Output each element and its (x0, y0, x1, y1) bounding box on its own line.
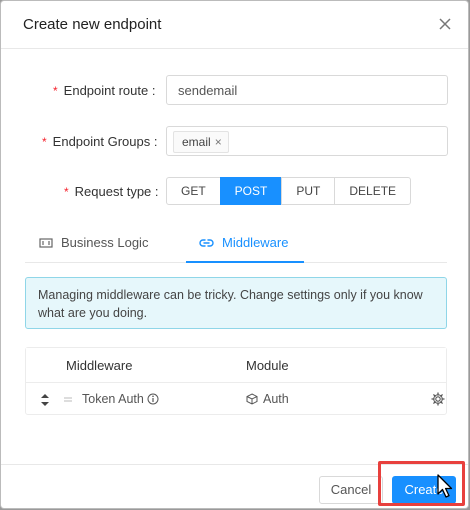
middleware-table: Middleware Module Token Auth Auth (25, 347, 447, 415)
endpoint-route-label: * Endpoint route : (53, 83, 155, 98)
logic-tabs: Business Logic Middleware (25, 227, 447, 263)
module-cell: Auth (246, 392, 289, 406)
column-header-middleware: Middleware (66, 358, 133, 373)
info-icon[interactable] (147, 393, 159, 405)
cube-icon (246, 393, 258, 405)
gear-icon[interactable] (431, 392, 445, 406)
dialog-header: Create new endpoint (1, 1, 468, 49)
required-mark: * (53, 84, 58, 98)
table-row: Token Auth Auth (26, 383, 446, 416)
active-tab-indicator (186, 261, 304, 263)
tab-middleware-label: Middleware (222, 235, 289, 250)
request-type-label: * Request type : (64, 184, 159, 199)
required-mark: * (64, 185, 69, 199)
middleware-name: Token Auth (82, 392, 144, 406)
endpoint-groups-label-text: Endpoint Groups : (52, 134, 158, 149)
tab-business-logic-label: Business Logic (61, 235, 149, 250)
dialog-title: Create new endpoint (23, 16, 162, 33)
request-type-delete[interactable]: DELETE (334, 177, 412, 205)
tab-middleware[interactable]: Middleware (199, 235, 288, 250)
endpoint-route-value: sendemail (178, 83, 238, 98)
endpoint-groups-select[interactable]: email × (166, 126, 448, 156)
code-brackets-icon (39, 237, 53, 248)
middleware-cell: Token Auth (82, 392, 159, 406)
column-header-module: Module (246, 358, 289, 373)
tab-business-logic[interactable]: Business Logic (39, 235, 148, 250)
tag-remove-icon[interactable]: × (215, 135, 222, 149)
request-type-put[interactable]: PUT (281, 177, 336, 205)
required-mark: * (42, 135, 47, 149)
middleware-warning-alert: Managing middleware can be tricky. Chang… (25, 277, 447, 329)
table-header: Middleware Module (26, 348, 446, 383)
endpoint-groups-label: * Endpoint Groups : (42, 134, 157, 149)
drag-handle-icon[interactable] (64, 397, 72, 402)
request-type-get[interactable]: GET (166, 177, 221, 205)
group-tag-email: email × (173, 131, 229, 153)
request-type-radio-group: GET POST PUT DELETE (166, 177, 412, 205)
dialog-footer: Cancel Create (1, 464, 468, 508)
endpoint-route-input[interactable]: sendemail (166, 75, 448, 105)
sort-arrows-icon[interactable] (40, 392, 50, 408)
request-type-label-text: Request type : (74, 184, 159, 199)
endpoint-route-label-text: Endpoint route : (63, 83, 156, 98)
module-name: Auth (263, 392, 289, 406)
mouse-pointer-icon (437, 474, 453, 498)
create-endpoint-dialog: Create new endpoint * Endpoint route : se… (1, 1, 468, 508)
link-icon (199, 238, 214, 247)
request-type-post[interactable]: POST (219, 177, 283, 205)
group-tag-label: email (182, 135, 211, 149)
close-icon[interactable] (436, 15, 454, 33)
cancel-button[interactable]: Cancel (319, 476, 383, 504)
